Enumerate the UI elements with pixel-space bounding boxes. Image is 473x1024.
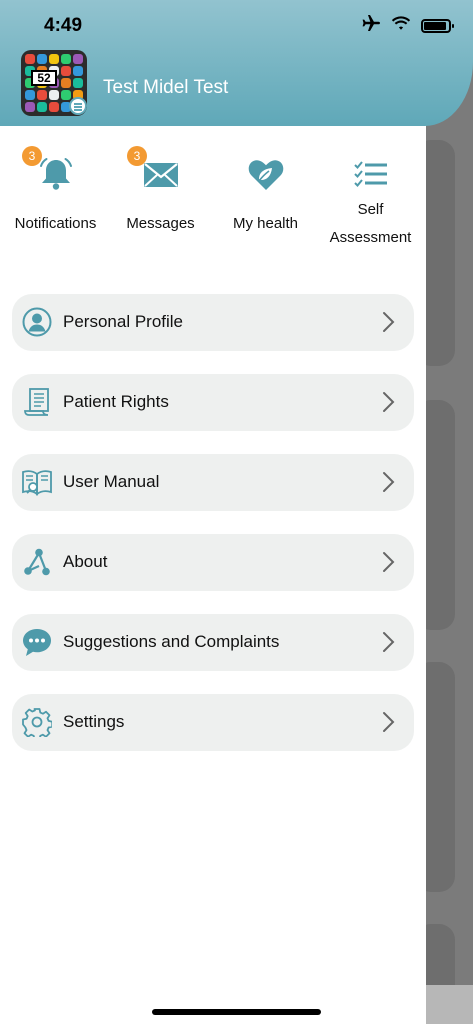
drawer-menu: Personal Profile Patient Rights User Man…: [12, 294, 414, 774]
my-health-button[interactable]: My health: [213, 148, 318, 238]
drawer-header: 4:49 52 Test Midel Test: [0, 0, 473, 126]
notifications-button[interactable]: 3 Notifications: [3, 146, 108, 238]
gear-icon: [22, 707, 54, 741]
self-assessment-label-line2: Assessment: [329, 229, 412, 246]
menu-item-label: Patient Rights: [63, 392, 169, 411]
messages-button[interactable]: 3 Messages: [108, 146, 213, 238]
status-icons: [361, 14, 454, 37]
menu-item-label: User Manual: [63, 472, 160, 491]
menu-item-about[interactable]: About: [12, 534, 414, 591]
user-icon: [22, 307, 52, 337]
avatar-number: 52: [31, 70, 57, 86]
notifications-badge: 3: [22, 146, 42, 166]
user-name: Test Midel Test: [103, 77, 229, 98]
chevron-right-icon: [382, 711, 396, 733]
self-assessment-label: Self Assessment: [318, 196, 423, 252]
notifications-label: Notifications: [14, 215, 97, 232]
quick-actions: 3 Notifications 3 Messages My health Sel…: [0, 146, 426, 258]
wifi-icon: [391, 15, 411, 36]
menu-item-personal-profile[interactable]: Personal Profile: [12, 294, 414, 351]
chevron-right-icon: [382, 391, 396, 413]
bell-icon: [36, 154, 76, 194]
battery-icon: [421, 18, 454, 33]
scroll-icon: [22, 387, 52, 417]
menu-item-patient-rights[interactable]: Patient Rights: [12, 374, 414, 431]
messages-label: Messages: [126, 215, 195, 232]
heart-leaf-icon: [246, 154, 286, 194]
self-assessment-label-line1: Self: [357, 201, 384, 218]
menu-item-label: About: [63, 552, 108, 571]
chevron-right-icon: [382, 311, 396, 333]
hamburger-icon: [69, 97, 87, 115]
nodes-icon: [22, 547, 52, 577]
background-tab-bar: [425, 985, 473, 1024]
menu-item-label: Personal Profile: [63, 312, 184, 331]
chat-bubble-icon: [22, 627, 52, 657]
checklist-icon: [351, 154, 391, 194]
airplane-icon: [361, 14, 381, 37]
my-health-label: My health: [232, 215, 299, 232]
status-bar: 4:49: [0, 0, 473, 48]
menu-item-label: Suggestions and Complaints: [63, 632, 280, 651]
messages-badge: 3: [127, 146, 147, 166]
home-indicator[interactable]: [152, 1009, 321, 1015]
chevron-right-icon: [382, 471, 396, 493]
avatar[interactable]: 52: [21, 50, 87, 116]
chevron-right-icon: [382, 551, 396, 573]
menu-item-user-manual[interactable]: User Manual: [12, 454, 414, 511]
book-icon: [22, 467, 52, 497]
menu-item-settings[interactable]: Settings: [12, 694, 414, 751]
self-assessment-button[interactable]: Self Assessment: [318, 148, 423, 252]
menu-item-suggestions-complaints[interactable]: Suggestions and Complaints: [12, 614, 414, 671]
chevron-right-icon: [382, 631, 396, 653]
envelope-icon: [141, 154, 181, 194]
menu-item-label: Settings: [63, 712, 125, 731]
status-time: 4:49: [44, 15, 83, 36]
side-drawer: 4:49 52 Test Midel Test 3 Notifications …: [0, 0, 473, 1024]
